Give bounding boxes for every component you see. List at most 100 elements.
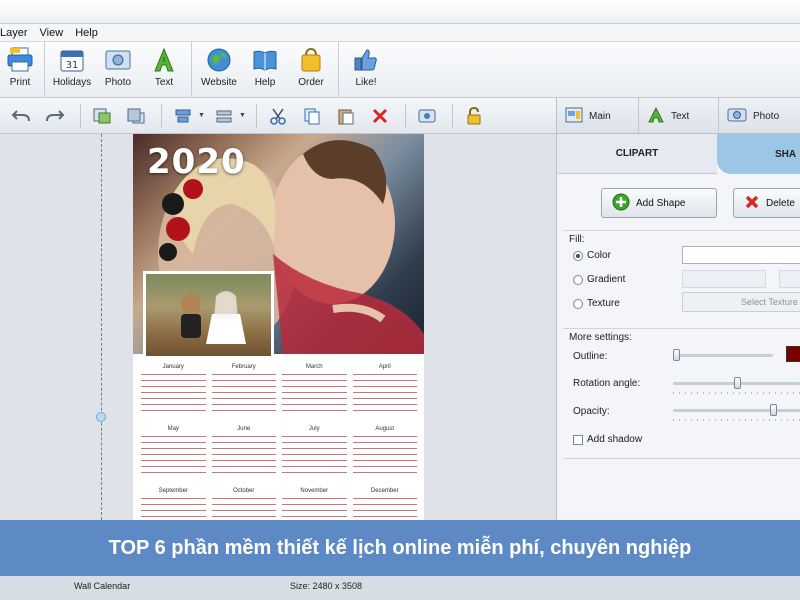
delete-icon[interactable]	[365, 102, 395, 130]
panel-subtabs: CLIPART SHA	[557, 134, 800, 174]
month-may: May	[141, 426, 206, 484]
caption-banner: TOP 6 phần mềm thiết kế lịch online miễn…	[0, 520, 800, 576]
guide-handle[interactable]	[96, 412, 106, 422]
bring-forward-icon[interactable]	[87, 102, 117, 130]
guide-line	[101, 134, 102, 520]
design-canvas[interactable]: 2020 January February March April May Ju…	[0, 134, 556, 520]
rotation-slider-thumb[interactable]	[733, 377, 741, 389]
menu-layer[interactable]: Layer	[0, 27, 34, 39]
fill-gradient-label: Gradient	[587, 274, 626, 285]
lock-icon[interactable]	[459, 102, 489, 130]
month-name: March	[305, 364, 323, 370]
opacity-slider-track[interactable]	[673, 409, 800, 412]
month-days-block	[282, 372, 347, 412]
outline-label: Outline:	[573, 351, 608, 362]
fill-color-picker[interactable]	[682, 246, 800, 264]
outline-color-swatch[interactable]	[786, 346, 800, 362]
fill-texture-label: Texture	[587, 298, 620, 309]
text-button-label: Text	[154, 77, 174, 88]
delete-shape-button[interactable]: Delete	[733, 188, 800, 218]
tab-photo-label: Photo	[753, 110, 780, 122]
month-march: March	[282, 364, 347, 422]
photo-button-label: Photo	[104, 77, 132, 88]
month-days-block	[141, 372, 206, 412]
month-days-block	[211, 434, 276, 474]
add-shape-button[interactable]: Add Shape	[601, 188, 717, 218]
months-grid: January February March April May June Ju…	[141, 364, 417, 520]
align-dropdown-icon[interactable]: ▼	[198, 112, 205, 119]
fill-texture-option[interactable]: Texture	[573, 298, 620, 309]
gradient-end-picker[interactable]	[779, 270, 800, 288]
tab-text[interactable]: Text	[639, 98, 719, 134]
help-button[interactable]: Help	[242, 42, 288, 88]
photo-icon	[103, 46, 133, 74]
properties-icon[interactable]	[412, 102, 442, 130]
select-texture-button[interactable]: Select Texture	[682, 292, 800, 312]
month-january: January	[141, 364, 206, 422]
main-tab-icon	[565, 107, 583, 126]
distribute-dropdown-icon[interactable]: ▼	[239, 112, 246, 119]
subtab-clipart[interactable]: CLIPART	[557, 134, 717, 174]
toolbar-group-print: Print	[0, 42, 45, 98]
fill-color-radio[interactable]	[573, 250, 583, 261]
month-days-block	[211, 372, 276, 412]
add-shape-label: Add Shape	[636, 197, 686, 209]
photo-button[interactable]: Photo	[95, 42, 141, 88]
print-button[interactable]: Print	[0, 42, 40, 88]
status-project-name: Wall Calendar	[74, 581, 131, 591]
tab-photo[interactable]: Photo	[719, 98, 800, 134]
toolbar-separator	[255, 103, 257, 128]
align-icon[interactable]	[168, 102, 198, 130]
opacity-slider-thumb[interactable]	[769, 404, 777, 416]
more-settings-label: More settings:	[569, 332, 632, 343]
calendar-page[interactable]: 2020 January February March April May Ju…	[133, 134, 424, 520]
order-button[interactable]: Order	[288, 42, 334, 88]
print-button-label: Print	[9, 77, 31, 88]
distribute-icon[interactable]	[209, 102, 239, 130]
add-shadow-checkbox[interactable]	[573, 434, 583, 445]
fill-divider	[563, 230, 800, 231]
month-february: February	[211, 364, 276, 422]
month-june: June	[211, 426, 276, 484]
add-shadow-option[interactable]: Add shadow	[573, 434, 642, 445]
toolbar-separator	[404, 103, 406, 128]
outline-slider-track[interactable]	[673, 354, 773, 357]
like-button[interactable]: Like!	[343, 42, 389, 88]
month-september: September	[141, 488, 206, 520]
order-button-label: Order	[298, 77, 324, 88]
menu-help[interactable]: Help	[69, 27, 104, 39]
calendar-year[interactable]: 2020	[147, 142, 246, 182]
gradient-start-picker[interactable]	[682, 270, 766, 288]
rotation-label: Rotation angle:	[573, 378, 641, 389]
photo-tab-icon	[727, 107, 747, 126]
subtab-shape[interactable]: SHA	[717, 134, 800, 174]
undo-icon[interactable]	[6, 102, 36, 130]
send-backward-icon[interactable]	[121, 102, 151, 130]
copy-icon[interactable]	[297, 102, 327, 130]
text-button[interactable]: Text	[141, 42, 187, 88]
outline-slider-thumb[interactable]	[673, 349, 680, 361]
fill-texture-radio[interactable]	[573, 298, 583, 309]
month-name: June	[237, 426, 251, 432]
month-november: November	[282, 488, 347, 520]
fill-gradient-option[interactable]: Gradient	[573, 274, 625, 285]
website-button[interactable]: Website	[196, 42, 242, 88]
tab-text-label: Text	[671, 110, 690, 122]
toolbar-separator	[80, 103, 81, 128]
menu-bar: Layer View Help	[0, 24, 800, 42]
menu-view[interactable]: View	[34, 27, 70, 39]
paste-icon[interactable]	[331, 102, 361, 130]
redo-icon[interactable]	[40, 102, 70, 130]
cut-icon[interactable]	[263, 102, 293, 130]
opacity-slider-ticks	[673, 419, 800, 421]
fill-color-option[interactable]: Color	[573, 250, 611, 261]
main-toolbar: Print 31 Holidays Photo Text Website Hel…	[0, 42, 800, 98]
thumbs-up-icon	[351, 46, 381, 74]
fill-gradient-radio[interactable]	[573, 274, 583, 285]
tab-main[interactable]: Main	[557, 98, 639, 134]
month-april: April	[352, 364, 417, 422]
teddy-bears-photo[interactable]	[143, 271, 274, 359]
add-shadow-label: Add shadow	[587, 434, 643, 445]
holidays-button[interactable]: 31 Holidays	[49, 42, 95, 88]
edit-toolbar: ▼ ▼	[0, 98, 556, 134]
